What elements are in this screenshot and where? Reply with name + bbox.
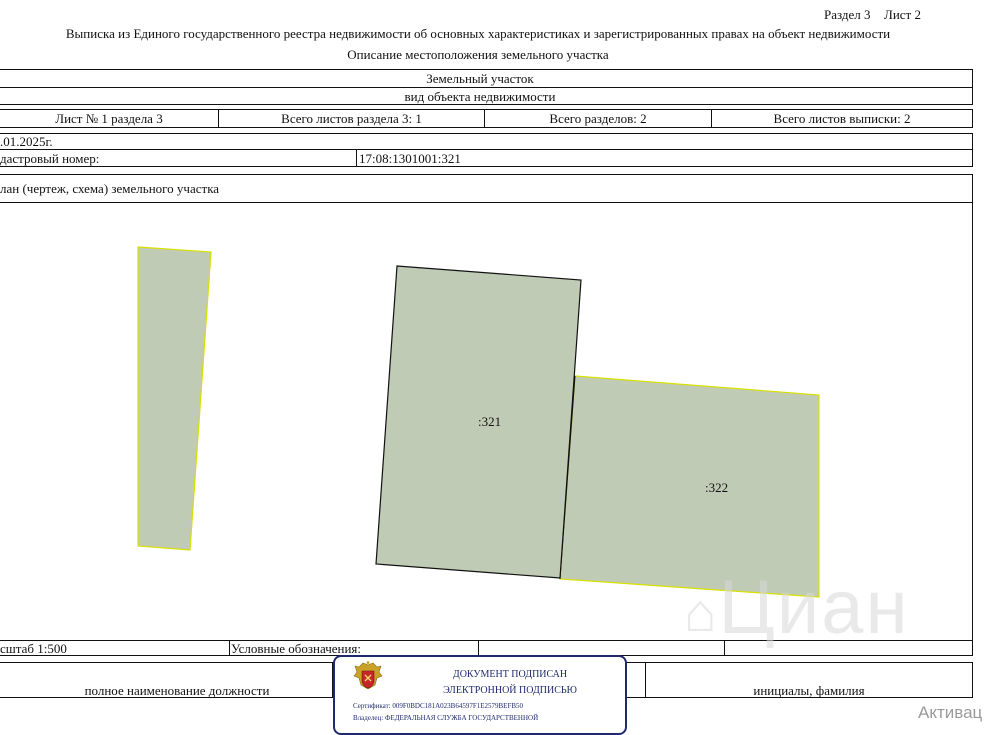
- parcel-321-label: :321: [478, 414, 501, 429]
- section-label: Раздел 3: [824, 7, 871, 22]
- os-activation-watermark: Активац: [918, 703, 983, 722]
- object-name: Земельный участок: [426, 71, 534, 86]
- neighbor-parcel-left: [137, 246, 212, 551]
- scale-divider-1: [229, 640, 230, 656]
- cadastral-label: дастровый номер:: [0, 151, 100, 166]
- total-sheets-extract: Всего листов выписки: 2: [773, 111, 911, 126]
- scale-divider-2: [478, 640, 479, 656]
- position-caption: полное наименование должности: [84, 683, 270, 698]
- document-subtitle: Описание местоположения земельного участ…: [347, 47, 609, 62]
- scale-legend-row: [0, 640, 973, 656]
- state-emblem-icon: [353, 661, 383, 690]
- extract-date: .01.2025г.: [0, 134, 53, 149]
- date-cadastral-divider: [0, 149, 973, 150]
- object-kind-caption: вид объекта недвижимости: [404, 89, 556, 104]
- scale-divider-3: [724, 640, 725, 656]
- cadastral-divider: [356, 149, 357, 167]
- stamp-owner: Владелец: ФЕДЕРАЛЬНАЯ СЛУЖБА ГОСУДАРСТВЕ…: [353, 714, 539, 722]
- stamp-line-1: ДОКУМЕНТ ПОДПИСАН: [452, 669, 568, 680]
- stamp-certificate: Сертификат: 009F0BDC181A023B64597F1E2579…: [353, 702, 524, 710]
- sheet-of-section: Лист № 1 раздела 3: [55, 111, 163, 126]
- electronic-signature-stamp: ДОКУМЕНТ ПОДПИСАН ЭЛЕКТРОННОЙ ПОДПИСЬЮ С…: [333, 655, 627, 735]
- cadastral-number: 17:08:1301001:321: [359, 151, 461, 166]
- total-sections: Всего разделов: 2: [549, 111, 647, 126]
- legend-label: Условные обозначения:: [231, 641, 362, 656]
- object-divider: [0, 87, 973, 88]
- parcel-322: [559, 375, 820, 598]
- document-title: Выписка из Единого государственного реес…: [65, 26, 891, 41]
- plan-scale: сштаб 1:500: [0, 641, 67, 656]
- land-plan-drawing: :321 :322: [137, 246, 820, 598]
- sheet-label: Лист 2: [884, 7, 921, 22]
- parcel-322-label: :322: [705, 480, 728, 495]
- plan-title: лан (чертеж, схема) земельного участка: [0, 181, 220, 196]
- date-cadastral-block: [0, 133, 973, 167]
- stamp-line-2: ЭЛЕКТРОННОЙ ПОДПИСЬЮ: [443, 685, 577, 696]
- initials-caption: инициалы, фамилия: [753, 683, 865, 698]
- total-sheets-section: Всего листов раздела 3: 1: [281, 111, 422, 126]
